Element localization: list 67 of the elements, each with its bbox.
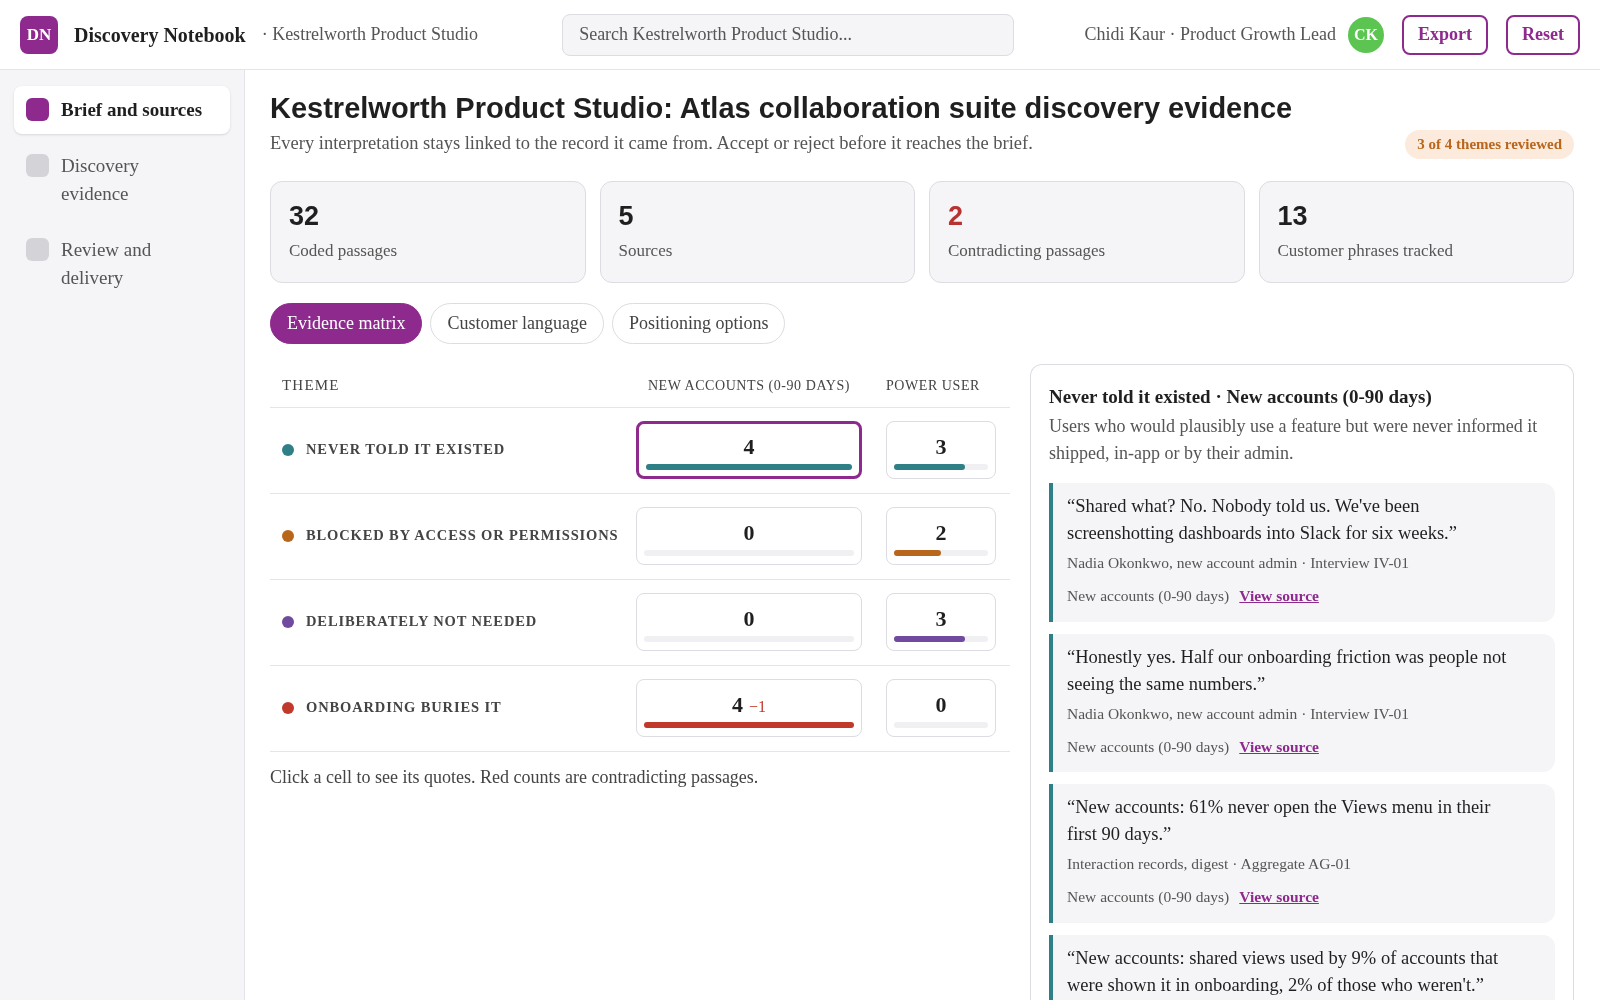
export-button[interactable]: Export xyxy=(1402,14,1488,55)
count-value: 3 xyxy=(935,433,947,461)
view-source-link[interactable]: View source xyxy=(1239,734,1319,758)
view-source-link[interactable]: View source xyxy=(1239,885,1319,909)
quote-attribution: Nadia Okonkwo, new account admin · Interview IV-01 xyxy=(1067,553,1411,573)
stat-label: Coded passages xyxy=(289,239,399,262)
count-cell[interactable]: 0 xyxy=(636,507,862,565)
matrix-footnote: Click a cell to see its quotes. Red counts are contradicting passages. xyxy=(270,765,760,789)
app-title: Discovery Notebook xyxy=(74,22,246,49)
count-value: 4 xyxy=(743,433,755,461)
theme-label: BLOCKED BY ACCESS OR PERMISSIONS xyxy=(306,526,619,546)
stat-label: Sources xyxy=(618,239,674,262)
view-tab[interactable]: Positioning options xyxy=(611,302,786,344)
user-name: Chidi Kaur · Product Growth Lead xyxy=(1084,23,1336,46)
step-icon xyxy=(26,98,49,121)
count-value: 0 xyxy=(935,691,947,719)
view-source-link[interactable]: View source xyxy=(1239,584,1319,608)
view-tab[interactable]: Evidence matrix xyxy=(270,302,423,344)
sidebar-item[interactable]: Discovery evidence xyxy=(14,142,230,218)
quote-text: “Honestly yes. Half our onboarding friction was people not seeing the same numbers.” xyxy=(1067,645,1508,696)
count-cell[interactable]: 0 xyxy=(886,679,996,737)
theme-label: ONBOARDING BURIES IT xyxy=(306,698,502,718)
stat-label: Contradicting passages xyxy=(948,239,1107,262)
count-value: 0 xyxy=(743,519,755,547)
stat-label: Customer phrases tracked xyxy=(1277,239,1455,262)
theme-label: NEVER TOLD IT EXISTED xyxy=(306,440,506,460)
stat-value: 32 xyxy=(289,199,321,233)
stat-value: 2 xyxy=(948,199,965,233)
workspace-name: · Kestrelworth Product Studio xyxy=(261,23,479,46)
quote-text: “New accounts: 61% never open the Views menu in their first 90 days.” xyxy=(1067,796,1492,846)
view-tab[interactable]: Customer language xyxy=(430,302,604,344)
step-icon xyxy=(26,154,49,177)
column-header: NEW ACCOUNTS (0-90 DAYS) xyxy=(646,376,852,395)
column-header: POWER USER xyxy=(886,376,980,395)
count-value: 3 xyxy=(935,605,947,633)
sidebar-item[interactable]: Brief and sources xyxy=(14,86,230,134)
count-value: 0 xyxy=(743,605,755,633)
quote-attribution: Interaction records, digest · Aggregate AG-01 xyxy=(1067,854,1353,874)
review-badge: 3 of 4 themes reviewed xyxy=(1405,130,1574,159)
segment-label: New accounts (0-90 days) xyxy=(1067,586,1230,607)
segment-label: New accounts (0-90 days) xyxy=(1067,736,1230,757)
count-cell[interactable]: 3 xyxy=(886,421,996,479)
theme-label: DELIBERATELY NOT NEEDED xyxy=(306,612,538,632)
quote-attribution: Nadia Okonkwo, new account admin · Interview IV-01 xyxy=(1067,703,1411,724)
step-icon xyxy=(26,238,49,261)
count-cell[interactable]: 3 xyxy=(886,593,996,651)
count-value: 2 xyxy=(935,519,947,547)
stat-value: 5 xyxy=(618,199,635,233)
page-subtitle: Every interpretation stays linked to the record it came from. Accept or reject before it reaches the brief. xyxy=(270,132,1033,156)
count-cell[interactable]: 4 xyxy=(636,421,862,479)
segment-label: New accounts (0-90 days) xyxy=(1067,887,1230,908)
contradiction-count: −1 xyxy=(749,697,766,717)
detail-description: Users who would plausibly use a feature but were never informed it shipped, in-app or by their admin. xyxy=(1049,415,1539,465)
quote-text: “Shared what? No. Nobody told us. We've been screenshotting dashboards into Slack for six weeks.” xyxy=(1067,495,1458,545)
page-title: Kestrelworth Product Studio: Atlas collaboration suite discovery evidence xyxy=(270,91,1294,126)
search-field[interactable]: Search Kestrelworth Product Studio... xyxy=(562,13,1015,56)
count-cell[interactable]: 2 xyxy=(886,507,996,565)
count-cell[interactable]: 0 xyxy=(636,593,862,651)
stat-value: 13 xyxy=(1277,199,1309,233)
quote-text: “New accounts: shared views used by 9% of accounts that were shown it in onboarding, 2% of those who weren't.” xyxy=(1067,946,1500,997)
app-logo: DN xyxy=(20,15,58,54)
count-cell[interactable]: 4 −1 xyxy=(636,679,862,737)
sidebar-item[interactable]: Review and delivery xyxy=(14,226,230,302)
column-header: THEME xyxy=(281,375,341,395)
count-value: 4 xyxy=(732,691,743,719)
detail-title: Never told it existed · New accounts (0-90 days) xyxy=(1049,384,1433,409)
reset-button[interactable]: Reset xyxy=(1506,14,1580,55)
